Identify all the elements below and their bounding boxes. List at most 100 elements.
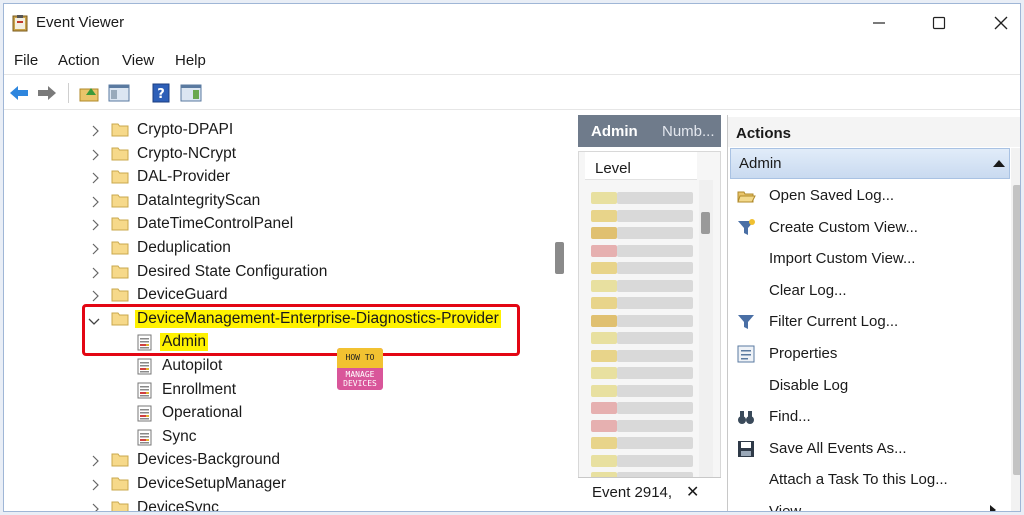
menu-view[interactable]: View bbox=[122, 52, 154, 69]
menu-action[interactable]: Action bbox=[58, 52, 100, 69]
event-row[interactable] bbox=[591, 453, 701, 468]
folder-icon bbox=[111, 192, 129, 209]
event-row[interactable] bbox=[591, 225, 701, 240]
toolbar: ? bbox=[4, 74, 1020, 110]
forward-arrow-icon[interactable] bbox=[36, 83, 58, 103]
chevron-right-icon[interactable] bbox=[90, 289, 100, 302]
folder-icon bbox=[111, 121, 129, 138]
tree-item-desired-state-configuration[interactable]: Desired State Configuration bbox=[4, 261, 564, 284]
event-log-icon bbox=[137, 429, 152, 446]
help-icon[interactable]: ? bbox=[150, 83, 172, 103]
title-bar[interactable]: Event Viewer bbox=[4, 4, 1020, 42]
action-label: Properties bbox=[769, 345, 838, 362]
tree-item-operational[interactable]: Operational bbox=[4, 402, 564, 425]
event-viewer-app-icon bbox=[12, 15, 28, 32]
events-scrollbar-thumb[interactable] bbox=[701, 212, 710, 234]
show-hide-console-tree-icon[interactable] bbox=[108, 83, 130, 103]
tree-item-devices-background[interactable]: Devices-Background bbox=[4, 449, 564, 472]
minimize-icon bbox=[873, 22, 885, 24]
event-row[interactable] bbox=[591, 260, 701, 275]
event-row[interactable] bbox=[591, 400, 701, 415]
action-filter-current-log[interactable]: Filter Current Log... bbox=[728, 307, 1010, 337]
action-import-custom-view[interactable]: Import Custom View... bbox=[728, 244, 1010, 274]
event-log-icon bbox=[137, 358, 152, 375]
event-row[interactable] bbox=[591, 330, 701, 345]
tree-item-crypto-dpapi[interactable]: Crypto-DPAPI bbox=[4, 119, 564, 142]
menu-file[interactable]: File bbox=[14, 52, 38, 69]
event-row[interactable] bbox=[591, 383, 701, 398]
action-disable-log[interactable]: Disable Log bbox=[728, 371, 1010, 401]
maximize-button[interactable] bbox=[914, 4, 964, 42]
event-row[interactable] bbox=[591, 208, 701, 223]
chevron-right-icon[interactable] bbox=[90, 171, 100, 184]
tree-item-sync[interactable]: Sync bbox=[4, 426, 564, 449]
action-attach-a-task-to-this-log[interactable]: Attach a Task To this Log... bbox=[728, 465, 1010, 495]
tree-scrollbar-thumb[interactable] bbox=[555, 242, 564, 274]
menu-bar: File Action View Help bbox=[4, 48, 1020, 74]
event-row[interactable] bbox=[591, 435, 701, 450]
chevron-right-icon[interactable] bbox=[90, 242, 100, 255]
chevron-right-icon[interactable] bbox=[90, 195, 100, 208]
folder-icon bbox=[111, 451, 129, 468]
logo-line-2: DEVICES bbox=[343, 379, 377, 388]
chevron-right-icon[interactable] bbox=[90, 124, 100, 137]
event-row[interactable] bbox=[591, 278, 701, 293]
tree-scrollbar[interactable] bbox=[552, 112, 566, 511]
action-clear-log[interactable]: Clear Log... bbox=[728, 276, 1010, 306]
event-row[interactable] bbox=[591, 365, 701, 380]
folder-icon bbox=[111, 475, 129, 492]
back-arrow-icon[interactable] bbox=[8, 83, 30, 103]
event-row[interactable] bbox=[591, 190, 701, 205]
tree-item-label: Sync bbox=[162, 427, 197, 445]
minimize-button[interactable] bbox=[854, 4, 904, 42]
up-folder-icon[interactable] bbox=[78, 83, 100, 103]
tree-item-devicesetupmanager[interactable]: DeviceSetupManager bbox=[4, 473, 564, 496]
close-detail-icon[interactable]: ✕ bbox=[686, 482, 699, 502]
chevron-right-icon[interactable] bbox=[90, 478, 100, 491]
chevron-right-icon[interactable] bbox=[90, 454, 100, 467]
action-create-custom-view[interactable]: Create Custom View... bbox=[728, 213, 1010, 243]
event-row-redacted bbox=[617, 454, 693, 467]
tree-item-deduplication[interactable]: Deduplication bbox=[4, 237, 564, 260]
tree-item-dataintegrityscan[interactable]: DataIntegrityScan bbox=[4, 190, 564, 213]
event-detail-tab[interactable]: Event 2914, ✕ bbox=[578, 477, 721, 511]
event-row-redacted bbox=[617, 227, 693, 239]
chevron-right-icon[interactable] bbox=[90, 218, 100, 231]
action-label: Attach a Task To this Log... bbox=[769, 471, 948, 489]
action-find[interactable]: Find... bbox=[728, 402, 1010, 432]
action-open-saved-log[interactable]: Open Saved Log... bbox=[728, 181, 1010, 211]
tree-item-enrollment[interactable]: Enrollment bbox=[4, 379, 564, 402]
event-row[interactable] bbox=[591, 243, 701, 258]
toolbar-separator bbox=[68, 83, 69, 103]
collapse-arrow-icon[interactable] bbox=[993, 160, 1005, 167]
action-save-all-events-as[interactable]: Save All Events As... bbox=[728, 434, 1010, 464]
event-row[interactable] bbox=[591, 418, 701, 433]
event-row[interactable] bbox=[591, 295, 701, 310]
tree-item-devicesync[interactable]: DeviceSync bbox=[4, 497, 564, 511]
show-hide-action-pane-icon[interactable] bbox=[180, 83, 202, 103]
menu-help[interactable]: Help bbox=[175, 52, 206, 69]
tree-item-crypto-ncrypt[interactable]: Crypto-NCrypt bbox=[4, 143, 564, 166]
event-row-redacted bbox=[617, 332, 693, 344]
event-level-swatch bbox=[591, 384, 617, 397]
action-properties[interactable]: Properties bbox=[728, 339, 1010, 369]
action-view[interactable]: View bbox=[728, 497, 1010, 511]
event-row-redacted bbox=[617, 279, 693, 292]
tree-item-datetimecontrolpanel[interactable]: DateTimeControlPanel bbox=[4, 213, 564, 236]
chevron-right-icon[interactable] bbox=[90, 502, 100, 511]
logo-top-text: HOW TO bbox=[337, 348, 383, 368]
actions-section-admin[interactable]: Admin bbox=[730, 148, 1010, 179]
action-label: Create Custom View... bbox=[769, 218, 918, 236]
actions-scrollbar-thumb[interactable] bbox=[1013, 185, 1020, 475]
column-header-level[interactable]: Level bbox=[585, 152, 697, 180]
close-button[interactable] bbox=[976, 4, 1020, 42]
chevron-right-icon[interactable] bbox=[90, 266, 100, 279]
tree-item-autopilot[interactable]: Autopilot bbox=[4, 355, 564, 378]
chevron-right-icon[interactable] bbox=[90, 148, 100, 161]
event-row-redacted bbox=[617, 384, 693, 397]
tree-item-dal-provider[interactable]: DAL-Provider bbox=[4, 166, 564, 189]
event-row[interactable] bbox=[591, 348, 701, 363]
events-list[interactable]: Level bbox=[578, 151, 721, 511]
event-row[interactable] bbox=[591, 313, 701, 328]
event-level-swatch bbox=[591, 314, 617, 327]
